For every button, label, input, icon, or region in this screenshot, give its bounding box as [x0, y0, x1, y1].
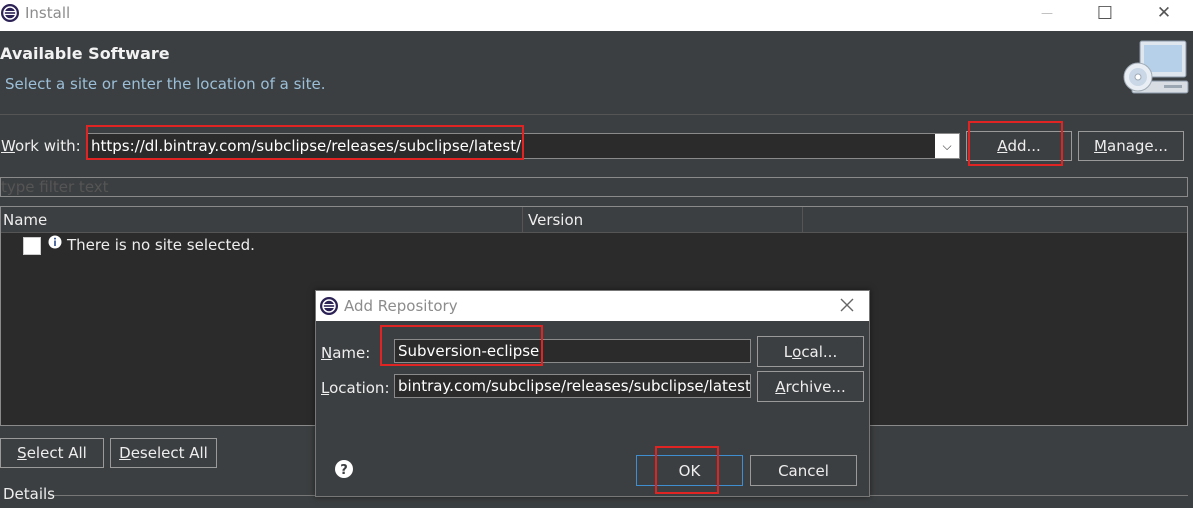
- work-with-label-text: ork with:: [14, 137, 81, 155]
- archive-mnemonic: A: [775, 377, 786, 396]
- page-subtitle: Select a site or enter the location of a…: [5, 75, 326, 93]
- close-window-button[interactable]: ✕: [1135, 0, 1193, 26]
- minimize-button[interactable]: —: [1018, 0, 1076, 26]
- archive-button[interactable]: Archive...: [757, 371, 864, 402]
- cancel-button[interactable]: Cancel: [750, 455, 857, 486]
- name-mnemonic: N: [321, 344, 333, 362]
- row-message: There is no site selected.: [67, 236, 255, 254]
- dialog-titlebar: Add Repository: [316, 291, 869, 321]
- work-with-label: Work with:: [1, 137, 81, 155]
- manage-label: anage...: [1107, 137, 1168, 155]
- page-title: Available Software: [0, 44, 170, 63]
- maximize-button[interactable]: ☐: [1076, 0, 1134, 26]
- info-icon: [48, 235, 62, 249]
- manage-mnemonic: M: [1094, 137, 1107, 155]
- archive-label: rchive...: [785, 377, 846, 396]
- maximize-icon: ☐: [1096, 2, 1114, 24]
- svg-text:?: ?: [340, 463, 348, 478]
- table-header: Name Version: [1, 207, 1187, 233]
- install-computer-cd-icon: [1123, 40, 1189, 94]
- repo-location-label: Location:: [321, 379, 390, 397]
- add-label: dd...: [1007, 137, 1041, 155]
- add-repository-dialog: Add Repository Name: Subversion-eclipse …: [315, 290, 870, 497]
- repo-name-label: Name:: [321, 344, 370, 362]
- select-all-button[interactable]: Select All: [0, 438, 104, 468]
- local-button[interactable]: Lo cal...: [757, 336, 864, 367]
- window-titlebar: Install — ☐ ✕: [0, 0, 1193, 31]
- wizard-header: Available Software Select a site or ente…: [0, 31, 1193, 115]
- deselect-all-mnemonic: D: [119, 444, 131, 462]
- repo-name-value: Subversion-eclipse: [398, 342, 540, 360]
- ok-button[interactable]: OK: [636, 455, 743, 486]
- close-icon: ✕: [1156, 3, 1172, 23]
- chevron-down-icon: ⌵: [942, 138, 952, 153]
- column-separator[interactable]: [802, 207, 803, 233]
- repo-location-input[interactable]: bintray.com/subclipse/releases/subclipse…: [394, 374, 751, 398]
- column-header-version[interactable]: Version: [528, 211, 583, 229]
- work-with-mnemonic: W: [1, 137, 15, 155]
- select-all-mnemonic: S: [17, 444, 27, 462]
- add-site-button[interactable]: Add...: [966, 131, 1072, 161]
- work-with-dropdown-button[interactable]: ⌵: [935, 134, 959, 158]
- work-with-combo[interactable]: https://dl.bintray.com/subclipse/release…: [86, 133, 960, 159]
- local-label-start: L: [783, 342, 793, 361]
- manage-sites-button[interactable]: Manage...: [1078, 131, 1184, 161]
- name-label-text: ame:: [332, 344, 371, 362]
- column-separator[interactable]: [522, 207, 523, 233]
- help-icon[interactable]: ?: [334, 459, 354, 479]
- add-mnemonic: A: [997, 137, 1008, 155]
- location-mnemonic: L: [321, 379, 330, 397]
- table-row[interactable]: There is no site selected.: [1, 234, 1187, 258]
- location-label-text: ocation:: [329, 379, 390, 397]
- repo-location-value: bintray.com/subclipse/releases/subclipse…: [398, 377, 751, 395]
- deselect-all-button[interactable]: Deselect All: [110, 438, 217, 468]
- local-mnemonic: o: [792, 342, 802, 361]
- repo-name-input[interactable]: Subversion-eclipse: [394, 339, 751, 363]
- details-group-label: Details: [3, 485, 56, 503]
- dialog-title: Add Repository: [344, 297, 458, 315]
- local-label: cal...: [801, 342, 838, 361]
- minimize-icon: —: [1041, 6, 1053, 20]
- dialog-close-icon[interactable]: [838, 296, 856, 314]
- filter-placeholder: type filter text: [1, 178, 109, 196]
- row-checkbox[interactable]: [23, 237, 41, 255]
- eclipse-app-icon: [1, 4, 19, 22]
- select-all-label: elect All: [26, 444, 87, 462]
- eclipse-dialog-icon: [320, 297, 338, 315]
- window-title: Install: [25, 4, 71, 22]
- deselect-all-label: eselect All: [130, 444, 208, 462]
- work-with-value: https://dl.bintray.com/subclipse/release…: [91, 137, 522, 155]
- header-separator: [0, 114, 1193, 115]
- column-header-name[interactable]: Name: [3, 211, 47, 229]
- filter-input[interactable]: type filter text: [0, 177, 1188, 197]
